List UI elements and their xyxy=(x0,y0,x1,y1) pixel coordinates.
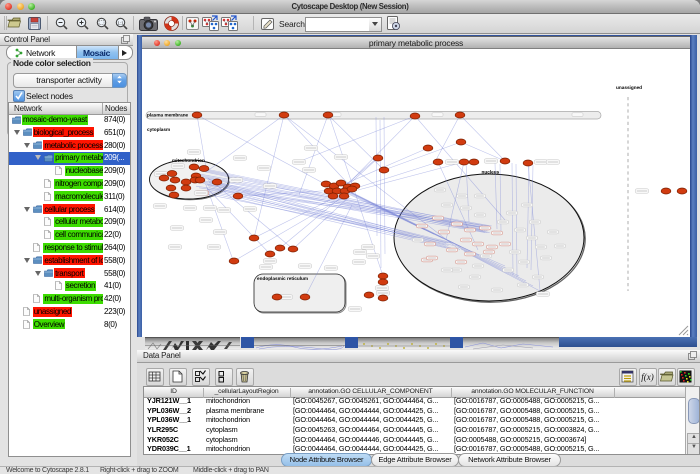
svg-text:mitochondrion: mitochondrion xyxy=(172,158,205,163)
svg-text:plasma membrane: plasma membrane xyxy=(147,113,189,118)
svg-text:endoplasmic reticulum: endoplasmic reticulum xyxy=(257,276,308,281)
svg-text:1:1: 1:1 xyxy=(117,20,124,25)
svg-text:f(x): f(x) xyxy=(641,372,654,382)
svg-text:unassigned: unassigned xyxy=(616,85,642,90)
svg-text:cytoplasm: cytoplasm xyxy=(147,127,170,132)
svg-text:nucleus: nucleus xyxy=(482,170,500,175)
